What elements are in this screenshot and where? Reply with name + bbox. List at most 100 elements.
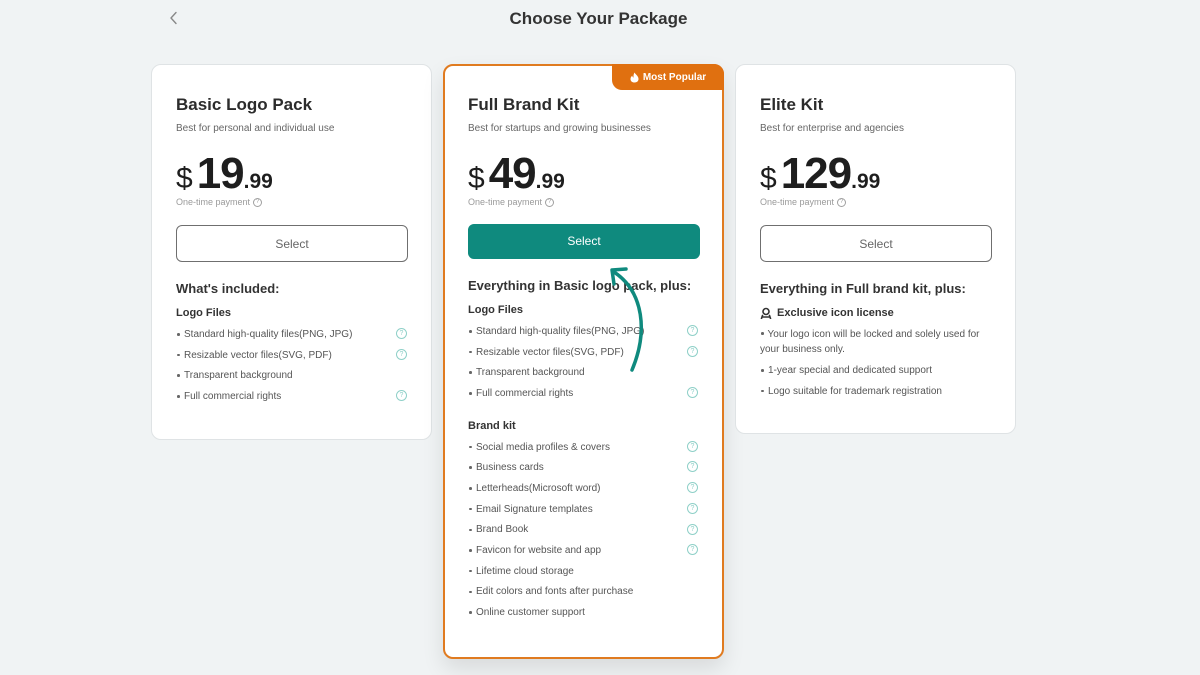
group-heading: Logo Files [468, 304, 523, 316]
info-icon[interactable]: ? [687, 345, 698, 357]
payment-note: One-time payment ? [176, 196, 407, 208]
price-currency: $ [468, 162, 485, 195]
section-heading: Everything in Basic logo pack, plus: [468, 278, 692, 293]
feature-text: Full commercial rights [476, 387, 574, 399]
feature-item: Social media profiles & covers? [468, 437, 698, 458]
feature-item: Lifetime cloud storage [468, 561, 698, 582]
help-icon[interactable]: ? [545, 197, 555, 207]
group-heading: Exclusive icon license [760, 305, 991, 321]
feature-text: Social media profiles & covers [476, 441, 610, 453]
info-icon[interactable]: ? [396, 328, 407, 339]
select-full-brand-kit-button[interactable]: Select [468, 224, 700, 259]
feature-list: Standard high-quality files(PNG, JPG)? R… [176, 324, 407, 407]
header: Choose Your Package [0, 0, 1200, 38]
feature-item: Business cards? [468, 457, 698, 478]
feature-item: Transparent background [468, 362, 698, 383]
info-icon[interactable]: ? [687, 544, 698, 556]
help-icon[interactable]: ? [253, 197, 263, 207]
price-cents: .99 [535, 170, 565, 193]
feature-text: Transparent background [184, 370, 293, 382]
user-badge-icon [760, 307, 772, 319]
flame-icon [630, 72, 639, 82]
price-cents: .99 [851, 170, 881, 193]
info-icon[interactable]: ? [396, 348, 407, 360]
plan-card-basic: Basic Logo Pack Best for personal and in… [151, 64, 432, 440]
payment-note-text: One-time payment [176, 197, 251, 207]
feature-text: Logo suitable for trademark registration [768, 385, 942, 397]
feature-text: Favicon for website and app [476, 545, 602, 557]
feature-item: Online customer support [468, 602, 698, 623]
select-basic-button[interactable]: Select [176, 225, 408, 262]
info-icon[interactable]: ? [687, 502, 698, 514]
feature-item: 1-year special and dedicated support [760, 360, 991, 381]
info-icon[interactable]: ? [687, 440, 698, 452]
help-icon[interactable]: ? [837, 197, 847, 207]
price-whole: 49 [488, 149, 537, 198]
feature-text: Transparent background [476, 367, 585, 379]
feature-list: Your logo icon will be locked and solely… [760, 324, 991, 401]
feature-text: Your logo icon will be locked and solely… [760, 329, 980, 355]
feature-item: Edit colors and fonts after purchase [468, 582, 698, 603]
info-icon[interactable]: ? [687, 387, 698, 399]
feature-text: Online customer support [476, 607, 585, 619]
plan-price: $ 19 .99 [176, 149, 407, 198]
group-heading: Logo Files [176, 307, 231, 319]
info-icon[interactable]: ? [687, 482, 698, 494]
group-heading: Brand kit [468, 419, 516, 432]
feature-text: Business cards [476, 462, 544, 474]
plan-description: Best for startups and growing businesses [468, 123, 651, 134]
feature-item: Full commercial rights? [176, 386, 407, 407]
feature-text: Standard high-quality files(PNG, JPG) [184, 328, 353, 340]
feature-text: Email Signature templates [476, 503, 593, 515]
page-title: Choose Your Package [509, 9, 688, 28]
info-icon[interactable]: ? [687, 523, 698, 535]
section-heading: Everything in Full brand kit, plus: [760, 281, 966, 296]
info-icon[interactable]: ? [396, 390, 407, 402]
price-currency: $ [760, 162, 777, 195]
plan-price: $ 129 .99 [760, 149, 991, 198]
feature-item: Standard high-quality files(PNG, JPG)? [176, 324, 407, 345]
group-heading-text: Exclusive icon license [777, 307, 894, 319]
feature-list: Social media profiles & covers? Business… [468, 437, 698, 623]
plan-name: Full Brand Kit [468, 95, 580, 114]
feature-item: Your logo icon will be locked and solely… [760, 324, 991, 360]
price-currency: $ [176, 162, 193, 195]
feature-text: Lifetime cloud storage [476, 565, 574, 577]
plan-description: Best for enterprise and agencies [760, 123, 904, 134]
payment-note-text: One-time payment [468, 197, 543, 207]
feature-text: Brand Book [476, 524, 529, 536]
price-whole: 129 [780, 149, 852, 198]
feature-text: 1-year special and dedicated support [768, 364, 932, 376]
feature-item: Transparent background [176, 365, 407, 386]
plan-name: Elite Kit [760, 95, 824, 114]
feature-item: Email Signature templates? [468, 499, 698, 520]
info-icon[interactable]: ? [687, 325, 698, 336]
feature-item: Logo suitable for trademark registration [760, 381, 991, 402]
feature-item: Standard high-quality files(PNG, JPG)? [468, 321, 698, 342]
plan-card-full-brand-kit: Most Popular Full Brand Kit Best for sta… [443, 64, 724, 659]
plan-price: $ 49 .99 [468, 149, 698, 198]
feature-item: Favicon for website and app? [468, 540, 698, 561]
most-popular-badge: Most Popular [612, 64, 724, 90]
plan-description: Best for personal and individual use [176, 123, 335, 134]
feature-item: Letterheads(Microsoft word)? [468, 478, 698, 499]
section-heading: What's included: [176, 281, 280, 296]
badge-label: Most Popular [642, 71, 707, 83]
feature-text: Edit colors and fonts after purchase [476, 586, 634, 598]
price-cents: .99 [243, 170, 273, 193]
feature-text: Full commercial rights [184, 390, 282, 402]
feature-list: Standard high-quality files(PNG, JPG)? R… [468, 321, 698, 404]
feature-item: Resizable vector files(SVG, PDF)? [176, 345, 407, 366]
info-icon[interactable]: ? [687, 461, 698, 473]
feature-text: Resizable vector files(SVG, PDF) [476, 346, 624, 358]
payment-note-text: One-time payment [760, 197, 835, 207]
plan-name: Basic Logo Pack [176, 95, 313, 114]
feature-text: Letterheads(Microsoft word) [476, 482, 601, 494]
price-whole: 19 [196, 149, 245, 198]
feature-item: Full commercial rights? [468, 383, 698, 404]
payment-note: One-time payment ? [760, 196, 991, 208]
select-elite-button[interactable]: Select [760, 225, 992, 262]
plan-card-elite: Elite Kit Best for enterprise and agenci… [735, 64, 1016, 434]
payment-note: One-time payment ? [468, 196, 698, 208]
feature-text: Standard high-quality files(PNG, JPG) [476, 325, 645, 337]
